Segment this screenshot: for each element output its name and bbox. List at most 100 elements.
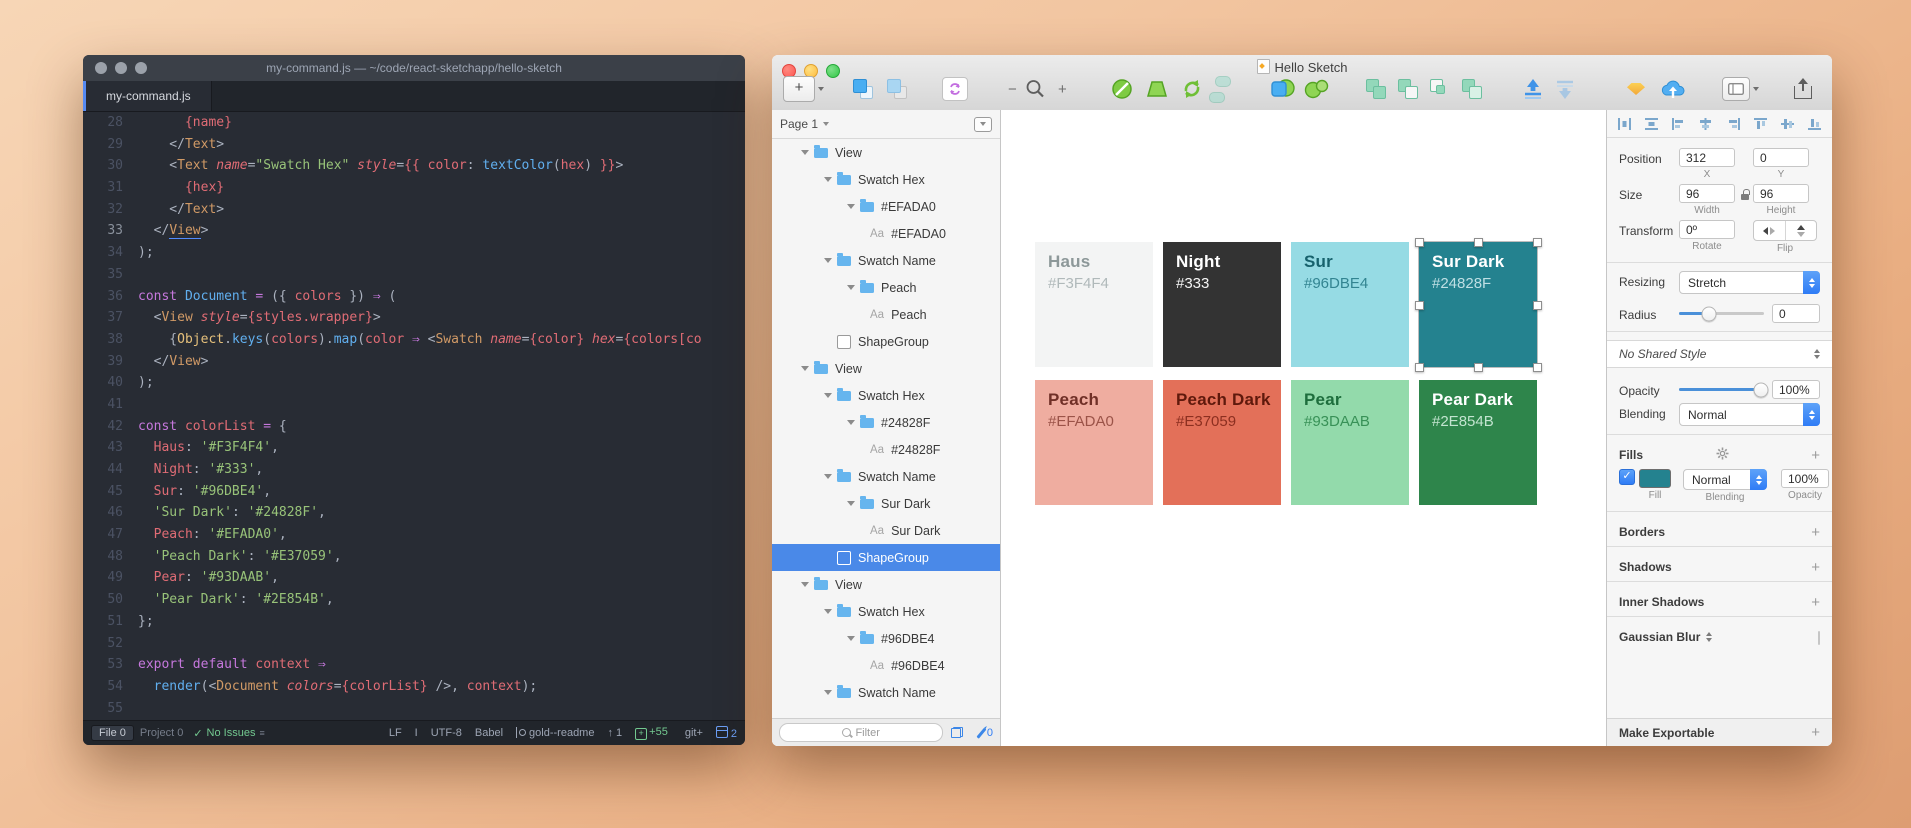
layer-row--efada0[interactable]: Aa#EFADA0 (772, 220, 1000, 247)
add-border-button[interactable]: + (1811, 524, 1820, 541)
tab-my-command-js[interactable]: my-command.js (86, 81, 212, 111)
blending-select[interactable]: Normal (1679, 403, 1820, 426)
disclosure-triangle-icon[interactable] (847, 420, 855, 425)
code-line[interactable] (138, 264, 745, 286)
code-line[interactable]: Haus: '#F3F4F4', (138, 437, 745, 459)
mirror-button[interactable] (1627, 76, 1645, 102)
shared-style-select[interactable]: No Shared Style (1607, 340, 1832, 368)
code-line[interactable]: export default context ⇒ (138, 654, 745, 676)
lock-proportions-icon[interactable] (1741, 189, 1750, 201)
rotate-button[interactable] (1180, 76, 1204, 102)
position-y-input[interactable]: 0 (1753, 148, 1809, 167)
insert-button[interactable]: + (783, 76, 824, 102)
code-line[interactable]: {hex} (138, 177, 745, 199)
line-ending-indicator[interactable]: LF (389, 727, 402, 739)
create-symbol-button[interactable] (942, 76, 968, 102)
swatch-night[interactable]: Night#333 (1163, 242, 1281, 367)
disclosure-triangle-icon[interactable] (847, 204, 855, 209)
edit-vector-button[interactable] (1110, 76, 1134, 102)
code-line[interactable]: </Text> (138, 134, 745, 156)
no-issues-label[interactable]: No Issues (207, 727, 256, 739)
layer-row-sur-dark[interactable]: AaSur Dark (772, 517, 1000, 544)
code-line[interactable] (138, 633, 745, 655)
swatch-pear-dark[interactable]: Pear Dark#2E854B (1419, 380, 1537, 505)
layer-row--24828f[interactable]: #24828F (772, 409, 1000, 436)
code-line[interactable]: const Document = ({ colors }) ⇒ ( (138, 286, 745, 308)
code-line[interactable]: <Text name="Swatch Hex" style={{ color: … (138, 155, 745, 177)
layer-row-peach[interactable]: Peach (772, 274, 1000, 301)
grammar-indicator[interactable]: Babel (475, 727, 503, 739)
code-line[interactable]: Sur: '#96DBE4', (138, 481, 745, 503)
disclosure-triangle-icon[interactable] (801, 366, 809, 371)
page-list-toggle[interactable] (974, 117, 992, 132)
bring-forward-button[interactable] (1522, 76, 1544, 102)
disclosure-triangle-icon[interactable] (824, 690, 832, 695)
draft-count[interactable]: 0 (971, 727, 993, 739)
align-right-icon[interactable] (1726, 117, 1741, 131)
atom-titlebar[interactable]: my-command.js — ~/code/react-sketchapp/h… (83, 55, 745, 81)
code-lines[interactable]: {name} </Text> <Text name="Swatch Hex" s… (132, 112, 745, 720)
radius-input[interactable]: 0 (1772, 304, 1820, 323)
blur-type-stepper-icon[interactable] (1706, 632, 1712, 642)
project-issues-badge[interactable]: Project 0 (140, 727, 183, 739)
code-editor[interactable]: 2829303132333435363738394041424344454647… (83, 112, 745, 720)
disclosure-triangle-icon[interactable] (801, 582, 809, 587)
selection-handle[interactable] (1415, 238, 1424, 247)
layer-row-swatch-hex[interactable]: Swatch Hex (772, 598, 1000, 625)
git-branch[interactable]: gold--readme (516, 727, 594, 739)
code-line[interactable] (138, 698, 745, 720)
resizing-select[interactable]: Stretch (1679, 271, 1820, 294)
flip-vertical-button[interactable] (1785, 221, 1817, 240)
code-line[interactable]: Pear: '#93DAAB', (138, 567, 745, 589)
share-button[interactable] (1794, 76, 1812, 102)
selection-handle[interactable] (1415, 301, 1424, 310)
swatch-haus[interactable]: Haus#F3F4F4 (1035, 242, 1153, 367)
code-line[interactable]: ); (138, 372, 745, 394)
fill-opacity-input[interactable]: 100% (1781, 469, 1829, 488)
layer-row-shapegroup[interactable]: ShapeGroup (772, 544, 1000, 571)
disclosure-triangle-icon[interactable] (847, 636, 855, 641)
code-line[interactable]: </Text> (138, 199, 745, 221)
layer-row-view[interactable]: View (772, 571, 1000, 598)
disclosure-triangle-icon[interactable] (847, 501, 855, 506)
layer-row-swatch-name[interactable]: Swatch Name (772, 463, 1000, 490)
code-line[interactable]: }; (138, 611, 745, 633)
code-line[interactable] (138, 394, 745, 416)
layer-row-swatch-name[interactable]: Swatch Name (772, 247, 1000, 274)
align-center-horizontal-icon[interactable] (1698, 117, 1713, 131)
duplicate-pages-icon[interactable] (951, 727, 963, 738)
gaussian-blur-checkbox[interactable] (1818, 631, 1820, 645)
disclosure-triangle-icon[interactable] (824, 474, 832, 479)
commits-ahead[interactable]: ↑ 1 (607, 727, 622, 739)
add-export-button[interactable]: + (1811, 724, 1820, 741)
git-diff-added[interactable]: ++55 (635, 726, 668, 740)
align-bottom-icon[interactable] (1807, 117, 1822, 131)
disclosure-triangle-icon[interactable] (847, 285, 855, 290)
layer-row--96dbe4[interactable]: Aa#96DBE4 (772, 652, 1000, 679)
cloud-upload-button[interactable] (1660, 76, 1686, 102)
encoding-indicator[interactable]: UTF-8 (431, 727, 462, 739)
code-line[interactable]: render(<Document colors={colorList} />, … (138, 676, 745, 698)
code-line[interactable]: Night: '#333', (138, 459, 745, 481)
layer-row-view[interactable]: View (772, 139, 1000, 166)
fill-blending-select[interactable]: Normal (1683, 469, 1767, 490)
add-fill-button[interactable]: + (1811, 447, 1820, 464)
transform-button[interactable] (1145, 76, 1169, 102)
flip-horizontal-button[interactable] (1754, 221, 1785, 240)
disclosure-triangle-icon[interactable] (824, 177, 832, 182)
layer-row-sur-dark[interactable]: Sur Dark (772, 490, 1000, 517)
selection-handle[interactable] (1474, 238, 1483, 247)
zoom-out-button[interactable]: − (1008, 76, 1017, 102)
swatch-pear[interactable]: Pear#93DAAB (1291, 380, 1409, 505)
code-line[interactable]: ); (138, 242, 745, 264)
subtract-button[interactable] (1398, 76, 1418, 102)
intersect-button[interactable] (1430, 76, 1450, 102)
zoom-in-button[interactable]: + (1058, 76, 1067, 102)
canvas[interactable]: Haus#F3F4F4Night#333Sur#96DBE4Sur Dark#2… (1001, 110, 1607, 746)
selection-handle[interactable] (1533, 363, 1542, 372)
difference-button[interactable] (1462, 76, 1482, 102)
add-inner-shadow-button[interactable]: + (1811, 594, 1820, 611)
code-line[interactable]: 'Peach Dark': '#E37059', (138, 546, 745, 568)
issues-filter-icon[interactable]: ≡ (259, 728, 264, 738)
disclosure-triangle-icon[interactable] (824, 393, 832, 398)
